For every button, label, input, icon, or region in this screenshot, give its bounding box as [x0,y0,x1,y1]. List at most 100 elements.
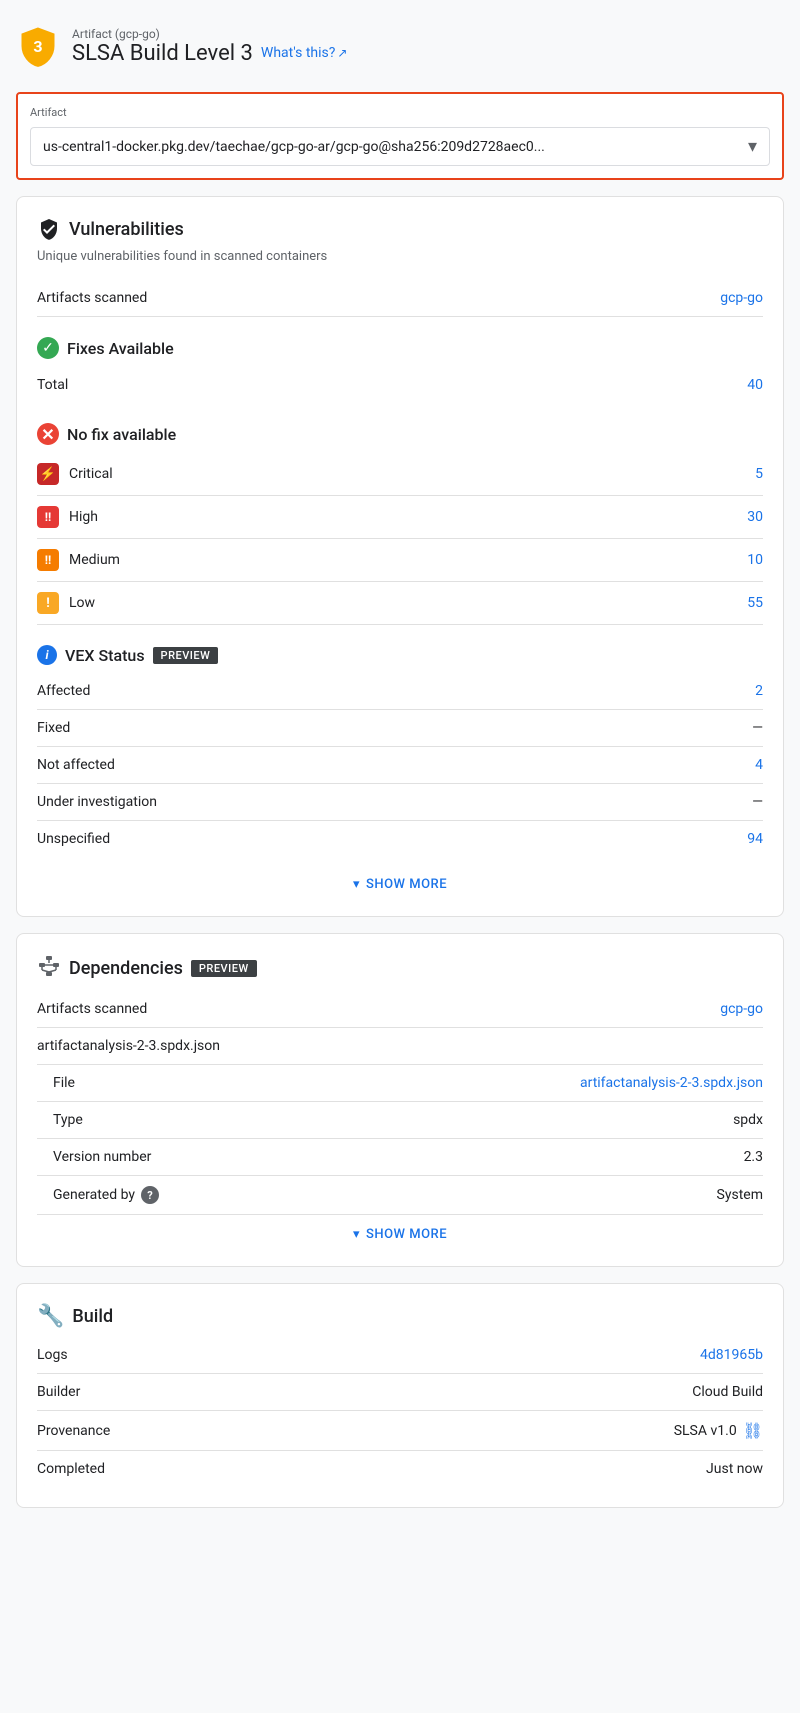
severity-medium-left: !! Medium [37,549,120,571]
build-completed-label: Completed [37,1461,105,1477]
deps-generated-by-row: Generated by ? System [37,1176,763,1215]
vex-affected-value[interactable]: 2 [755,683,763,699]
build-wrench-icon: 🔧 [37,1304,64,1329]
vulnerabilities-show-more-label: SHOW MORE [366,877,447,892]
no-fix-title: No fix available [67,425,176,444]
provenance-text: SLSA v1.0 [674,1423,737,1439]
header-title-text: SLSA Build Level 3 [72,41,253,66]
severity-low-left: ! Low [37,592,95,614]
medium-value[interactable]: 10 [747,552,763,568]
deps-artifacts-scanned-label: Artifacts scanned [37,1001,147,1017]
vex-affected-label: Affected [37,683,90,699]
vex-preview-badge: PREVIEW [153,647,219,664]
build-logs-row: Logs 4d81965b [37,1337,763,1374]
build-section: 🔧 Build Logs 4d81965b Builder Cloud Buil… [16,1283,784,1508]
fixes-available-title: Fixes Available [67,339,174,358]
vulnerabilities-show-more[interactable]: ▾ SHOW MORE [37,865,763,896]
deps-artifacts-scanned-value[interactable]: gcp-go [720,1001,763,1017]
vex-status-subsection: i VEX Status PREVIEW Affected 2 Fixed — … [37,637,763,857]
artifacts-scanned-row: Artifacts scanned gcp-go [37,280,763,317]
vulnerabilities-header: Vulnerabilities [37,217,763,241]
vulnerabilities-subtitle: Unique vulnerabilities found in scanned … [37,249,763,264]
whats-this-link[interactable]: What's this? ↗ [261,45,348,61]
build-builder-row: Builder Cloud Build [37,1374,763,1411]
dependencies-header: Dependencies PREVIEW [37,954,763,983]
vex-under-investigation-label: Under investigation [37,794,157,810]
fixes-total-label: Total [37,377,68,393]
vex-status-header: i VEX Status PREVIEW [37,637,763,673]
artifacts-scanned-label: Artifacts scanned [37,290,147,306]
deps-file-row: File artifactanalysis-2-3.spdx.json [37,1065,763,1102]
deps-file-label: File [53,1075,75,1091]
build-builder-value: Cloud Build [692,1384,763,1400]
build-title: Build [72,1306,113,1327]
severity-critical-left: ⚡ Critical [37,463,113,485]
build-provenance-row: Provenance SLSA v1.0 ⛓ [37,1411,763,1451]
vulnerabilities-section: Vulnerabilities Unique vulnerabilities f… [16,196,784,917]
dropdown-arrow-icon: ▾ [748,136,757,157]
vex-not-affected-label: Not affected [37,757,115,773]
dependencies-show-more-label: SHOW MORE [366,1227,447,1242]
info-icon: i [37,645,57,665]
deps-type-value: spdx [733,1112,763,1128]
deps-generated-by-label: Generated by ? [53,1186,159,1204]
vex-status-title: VEX Status [65,646,145,665]
fixes-total-row: Total 40 [37,367,763,403]
build-provenance-label: Provenance [37,1423,110,1439]
artifact-field-label: Artifact [30,106,770,119]
vex-fixed-label: Fixed [37,720,70,736]
chain-link-icon[interactable]: ⛓ [743,1421,763,1440]
high-label: High [69,509,98,525]
show-more-chevron-icon: ▾ [353,877,360,892]
vex-under-investigation-row: Under investigation — [37,784,763,821]
check-circle-icon: ✓ [37,337,59,359]
slsa-shield-badge: 3 [16,24,60,68]
svg-text:3: 3 [33,37,42,56]
critical-value[interactable]: 5 [755,466,763,482]
deps-version-label: Version number [53,1149,151,1165]
build-builder-label: Builder [37,1384,80,1400]
build-logs-value[interactable]: 4d81965b [700,1347,763,1363]
build-logs-label: Logs [37,1347,68,1363]
x-circle-icon: ✕ [37,423,59,445]
build-provenance-value: SLSA v1.0 ⛓ [674,1421,763,1440]
deps-file-value[interactable]: artifactanalysis-2-3.spdx.json [580,1075,763,1091]
medium-label: Medium [69,552,120,568]
fixes-total-value[interactable]: 40 [747,377,763,393]
dependencies-icon [37,954,61,983]
medium-severity-icon: !! [37,549,59,571]
dependencies-show-more[interactable]: ▾ SHOW MORE [37,1215,763,1246]
deps-version-value: 2.3 [744,1149,763,1165]
vex-not-affected-value[interactable]: 4 [755,757,763,773]
critical-severity-icon: ⚡ [37,463,59,485]
severity-low-row: ! Low 55 [37,582,763,625]
severity-high-row: !! High 30 [37,496,763,539]
generated-by-help-icon[interactable]: ? [141,1186,159,1204]
no-fix-subsection: ✕ No fix available ⚡ Critical 5 !! High … [37,415,763,625]
artifact-dropdown[interactable]: us-central1-docker.pkg.dev/taechae/gcp-g… [30,127,770,166]
vex-unspecified-row: Unspecified 94 [37,821,763,857]
header-text-block: Artifact (gcp-go) SLSA Build Level 3 Wha… [72,27,347,66]
external-link-icon: ↗ [337,46,347,60]
fixes-available-header: ✓ Fixes Available [37,329,763,367]
high-value[interactable]: 30 [747,509,763,525]
critical-label: Critical [69,466,113,482]
build-completed-value: Just now [706,1461,763,1477]
deps-type-label: Type [53,1112,83,1128]
vex-unspecified-value[interactable]: 94 [747,831,763,847]
vulnerabilities-shield-icon [37,217,61,241]
dependencies-preview-badge: PREVIEW [191,960,257,977]
dependencies-section: Dependencies PREVIEW Artifacts scanned g… [16,933,784,1267]
low-value[interactable]: 55 [747,595,763,611]
header-title-row: SLSA Build Level 3 What's this? ↗ [72,41,347,66]
high-severity-icon: !! [37,506,59,528]
vex-not-affected-row: Not affected 4 [37,747,763,784]
deps-show-more-chevron-icon: ▾ [353,1227,360,1242]
fixes-available-subsection: ✓ Fixes Available Total 40 [37,329,763,403]
severity-high-left: !! High [37,506,98,528]
artifact-dropdown-value: us-central1-docker.pkg.dev/taechae/gcp-g… [43,139,545,155]
vex-fixed-row: Fixed — [37,710,763,747]
artifacts-scanned-value[interactable]: gcp-go [720,290,763,306]
no-fix-header: ✕ No fix available [37,415,763,453]
deps-type-row: Type spdx [37,1102,763,1139]
